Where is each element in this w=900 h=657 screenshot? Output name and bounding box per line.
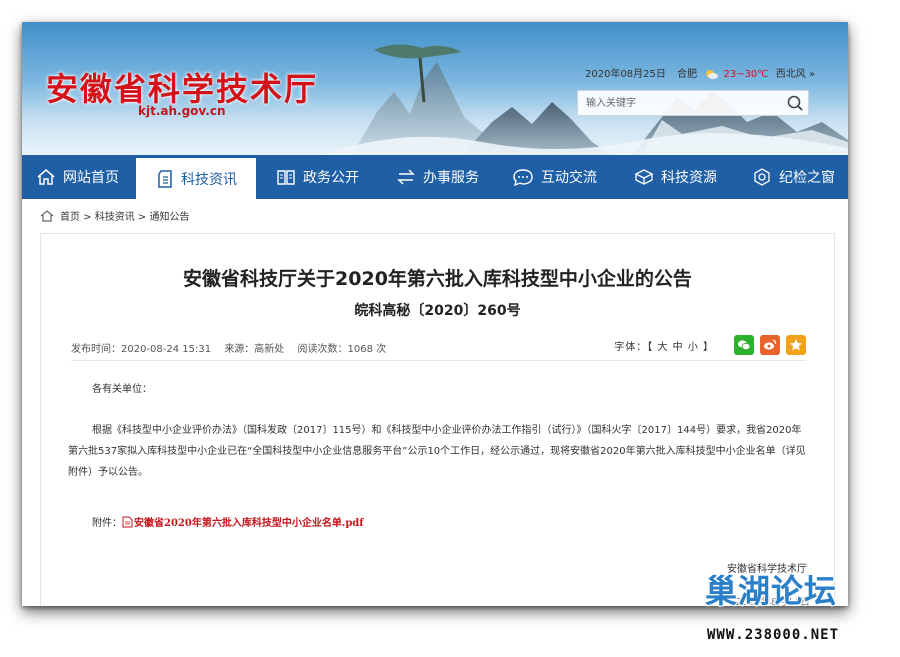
attachment-label: 附件： [92,518,122,529]
attachment-row: 附件： 安徽省2020年第六批入库科技型中小企业名单.pdf [92,514,364,529]
home-icon [40,209,54,222]
breadcrumb: 首页 > 科技资讯 > 通知公告 [40,208,189,223]
date-weather-bar: 2020年08月25日 合肥 23~30℃ 西北风 » [585,65,823,80]
watermark-logo: 巢湖论坛 [704,571,838,611]
document-icon [158,169,172,188]
wind-info[interactable]: 西北风 » [776,69,815,80]
salutation: 各有关单位： [92,384,152,395]
nav-label: 科技资源 [661,170,717,186]
favorite-button[interactable] [786,335,806,355]
pdf-file-icon [122,516,133,527]
current-date: 2020年08月25日 [585,69,666,80]
nav-item-discipline[interactable]: 纪检之窗 [752,155,835,199]
source: 来源：高新处 [224,344,285,355]
book-icon [277,170,295,185]
nav-item-home[interactable]: 网站首页 [36,155,119,199]
nav-label: 政务公开 [303,170,359,186]
sun-cloud-icon [706,70,719,79]
wechat-icon [738,340,751,351]
search-input[interactable] [578,91,786,115]
font-size-switcher[interactable]: 字体：【 大 中 小 】 [614,338,714,353]
nav-item-services[interactable]: 办事服务 [396,155,479,199]
breadcrumb-path[interactable]: 首页 > 科技资讯 > 通知公告 [60,208,189,223]
temperature: 23~30℃ [723,69,769,80]
star-icon [790,339,802,351]
view-count: 阅读次数：1068 次 [297,344,387,355]
share-wechat-button[interactable] [734,335,754,355]
attachment-link[interactable]: 安徽省2020年第六批入库科技型中小企业名单.pdf [134,514,364,529]
nav-item-sci-resources[interactable]: 科技资源 [634,155,717,199]
article-meta: 发布时间：2020-08-24 15:31 来源：高新处 阅读次数：1068 次… [71,334,806,361]
search-icon[interactable] [786,94,804,112]
nav-label: 科技资讯 [181,171,237,188]
document-number: 皖科高秘〔2020〕260号 [354,303,521,319]
main-nav: 网站首页 科技资讯 政务公开 办事服务 互动交流 科技资源 纪检之窗 [22,155,848,199]
chat-icon [513,169,533,186]
exchange-icon [397,169,415,185]
article-panel: 安徽省科技厅关于2020年第六批入库科技型中小企业的公告 皖科高秘〔2020〕2… [40,233,835,606]
search-box [577,90,809,116]
nav-label: 网站首页 [63,170,119,186]
home-icon [37,169,55,185]
site-domain: kjt.ah.gov.cn [138,104,226,118]
nav-label: 纪检之窗 [779,170,835,186]
site-header: 安徽省科学技术厅 kjt.ah.gov.cn 2020年08月25日 合肥 23… [22,22,848,155]
share-weibo-button[interactable] [760,335,780,355]
page-frame: 安徽省科学技术厅 kjt.ah.gov.cn 2020年08月25日 合肥 23… [22,22,848,606]
nav-item-interaction[interactable]: 互动交流 [512,155,597,199]
cube-icon [634,169,654,185]
city-name: 合肥 [677,69,698,80]
nav-label: 互动交流 [541,170,597,186]
article-body: 根据《科技型中小企业评价办法》（国科发政〔2017〕115号）和《科技型中小企业… [68,425,806,478]
nav-item-sci-news[interactable]: 科技资讯 [136,155,256,199]
article-title: 安徽省科技厅关于2020年第六批入库科技型中小企业的公告 [183,268,692,290]
publish-time: 发布时间：2020-08-24 15:31 [71,344,212,355]
nav-item-gov-affairs[interactable]: 政务公开 [276,155,359,199]
lens-icon [754,168,770,186]
weibo-icon [764,339,777,350]
nav-label: 办事服务 [423,170,479,186]
watermark-url: WWW.238000.NET [707,627,840,643]
